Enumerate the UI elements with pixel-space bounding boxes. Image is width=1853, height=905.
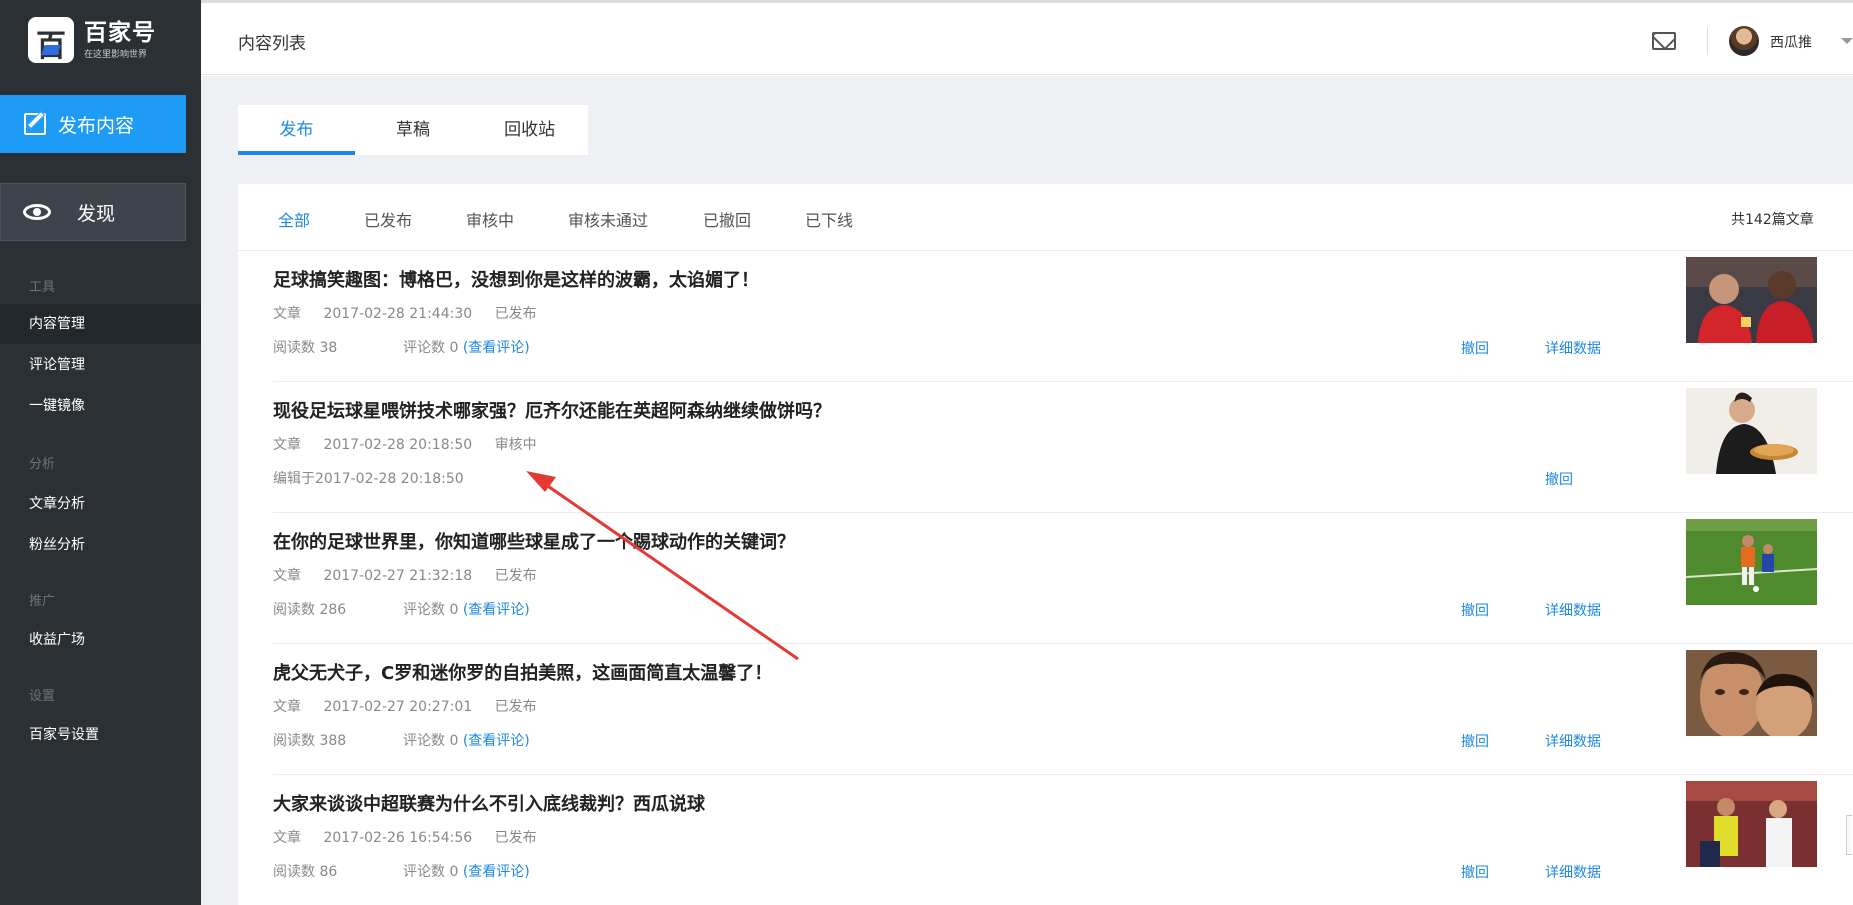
sidebar-item-revenue-square[interactable]: 收益广场: [0, 620, 201, 660]
nav-section-tools: 工具: [29, 280, 56, 295]
article-row: 虎父无犬子，C罗和迷你罗的自拍美照，这画面简直太温馨了！ 文章 2017-02-…: [273, 644, 1853, 775]
filter-offline[interactable]: 已下线: [805, 207, 853, 231]
article-title[interactable]: 大家来谈谈中超联赛为什么不引入底线裁判？西瓜说球: [273, 790, 705, 816]
read-count: 阅读数 38: [273, 340, 338, 356]
article-status: 审核中: [494, 437, 537, 453]
sidebar-item-one-click-mirror[interactable]: 一键镜像: [0, 386, 201, 426]
discover-button[interactable]: 发现: [0, 183, 186, 241]
top-header: 内容列表 西瓜推: [201, 3, 1853, 75]
filter-withdrawn[interactable]: 已撤回: [703, 207, 751, 231]
filter-all[interactable]: 全部: [278, 207, 310, 231]
view-comments-link[interactable]: (查看评论): [463, 340, 530, 356]
sidebar-item-comment-management[interactable]: 评论管理: [0, 345, 201, 385]
brand-slogan: 在这里影响世界: [84, 50, 148, 60]
article-total-count: 共142篇文章: [1731, 212, 1814, 228]
scrollbar[interactable]: [1846, 815, 1852, 855]
article-type: 文章: [273, 437, 301, 453]
article-time: 2017-02-28 21:44:30: [323, 306, 473, 322]
article-thumbnail[interactable]: [1686, 388, 1817, 474]
article-thumbnail[interactable]: [1686, 650, 1817, 736]
article-type: 文章: [273, 568, 301, 584]
username[interactable]: 西瓜推: [1770, 32, 1812, 52]
publish-content-button[interactable]: 发布内容: [0, 95, 186, 153]
view-comments-link[interactable]: (查看评论): [463, 602, 530, 618]
sidebar-item-article-analysis[interactable]: 文章分析: [0, 484, 201, 524]
article-thumbnail[interactable]: [1686, 257, 1817, 343]
article-row: 足球搞笑趣图：博格巴，没想到你是这样的波霸，太谄媚了！ 文章 2017-02-2…: [273, 251, 1853, 382]
status-filter-bar: 全部 已发布 审核中 审核未通过 已撤回 已下线 共142篇文章: [238, 184, 1853, 251]
chevron-down-icon[interactable]: [1841, 38, 1853, 44]
details-button[interactable]: 详细数据: [1545, 862, 1601, 882]
brand-logo[interactable]: 百 百家号 在这里影响世界: [28, 17, 156, 64]
sidebar-item-content-management[interactable]: 内容管理: [0, 304, 201, 344]
article-time: 2017-02-26 16:54:56: [323, 830, 473, 846]
filter-under-review[interactable]: 审核中: [466, 207, 514, 231]
baijiahao-logo-icon: 百: [28, 17, 74, 64]
withdraw-button[interactable]: 撤回: [1545, 469, 1573, 489]
article-thumbnail[interactable]: [1686, 519, 1817, 605]
article-status: 已发布: [494, 830, 537, 846]
nav-section-promotion: 推广: [29, 594, 56, 609]
article-type: 文章: [273, 306, 301, 322]
view-comments-link[interactable]: (查看评论): [463, 864, 530, 880]
details-button[interactable]: 详细数据: [1545, 600, 1601, 620]
article-thumbnail[interactable]: [1686, 781, 1817, 867]
read-count: 阅读数 286: [273, 602, 347, 618]
tab-drafts[interactable]: 草稿: [355, 105, 472, 155]
article-title[interactable]: 在你的足球世界里，你知道哪些球星成了一个踢球动作的关键词？: [273, 528, 795, 554]
edit-icon: [24, 113, 46, 135]
filter-published[interactable]: 已发布: [364, 207, 412, 231]
tab-recycle-bin[interactable]: 回收站: [471, 105, 588, 155]
sidebar: 百 百家号 在这里影响世界 发布内容 发现 工具 内容管理 评论管理 一键镜像 …: [0, 0, 201, 905]
article-list-panel: 全部 已发布 审核中 审核未通过 已撤回 已下线 共142篇文章 足球搞笑趣图：…: [238, 184, 1853, 905]
article-type: 文章: [273, 830, 301, 846]
article-status: 已发布: [494, 568, 537, 584]
withdraw-button[interactable]: 撤回: [1461, 600, 1489, 620]
article-time: 2017-02-27 20:27:01: [323, 699, 473, 715]
withdraw-button[interactable]: 撤回: [1461, 731, 1489, 751]
article-row: 现役足坛球星喂饼技术哪家强？厄齐尔还能在英超阿森纳继续做饼吗？ 文章 2017-…: [273, 382, 1853, 513]
read-count: 阅读数 388: [273, 733, 347, 749]
brand-name: 百家号: [84, 20, 156, 46]
sidebar-item-fans-analysis[interactable]: 粉丝分析: [0, 525, 201, 565]
content-tabs: 发布 草稿 回收站: [238, 105, 588, 155]
article-status: 已发布: [494, 306, 537, 322]
comment-count: 评论数 0 (查看评论): [403, 602, 530, 618]
details-button[interactable]: 详细数据: [1545, 731, 1601, 751]
nav-section-analysis: 分析: [29, 457, 56, 472]
nav-section-settings: 设置: [29, 689, 56, 704]
article-title[interactable]: 足球搞笑趣图：博格巴，没想到你是这样的波霸，太谄媚了！: [273, 266, 759, 292]
filter-review-failed[interactable]: 审核未通过: [568, 207, 648, 231]
article-time: 2017-02-27 21:32:18: [323, 568, 473, 584]
comment-count: 评论数 0 (查看评论): [403, 864, 530, 880]
edited-time: 编辑于2017-02-28 20:18:50: [273, 471, 464, 487]
article-row: 在你的足球世界里，你知道哪些球星成了一个踢球动作的关键词？ 文章 2017-02…: [273, 513, 1853, 644]
read-count: 阅读数 86: [273, 864, 338, 880]
article-title[interactable]: 虎父无犬子，C罗和迷你罗的自拍美照，这画面简直太温馨了！: [273, 659, 772, 685]
withdraw-button[interactable]: 撤回: [1461, 338, 1489, 358]
eye-icon: [23, 204, 51, 220]
comment-count: 评论数 0 (查看评论): [403, 340, 530, 356]
page-title: 内容列表: [238, 34, 306, 54]
article-title[interactable]: 现役足坛球星喂饼技术哪家强？厄齐尔还能在英超阿森纳继续做饼吗？: [273, 397, 831, 423]
details-button[interactable]: 详细数据: [1545, 338, 1601, 358]
article-time: 2017-02-28 20:18:50: [323, 437, 473, 453]
avatar[interactable]: [1729, 26, 1759, 56]
article-status: 已发布: [494, 699, 537, 715]
withdraw-button[interactable]: 撤回: [1461, 862, 1489, 882]
view-comments-link[interactable]: (查看评论): [463, 733, 530, 749]
comment-count: 评论数 0 (查看评论): [403, 733, 530, 749]
tab-published[interactable]: 发布: [238, 105, 355, 155]
mail-icon[interactable]: [1652, 32, 1676, 50]
article-type: 文章: [273, 699, 301, 715]
sidebar-item-baijiahao-settings[interactable]: 百家号设置: [0, 715, 201, 755]
article-row: 大家来谈谈中超联赛为什么不引入底线裁判？西瓜说球 文章 2017-02-26 1…: [273, 775, 1853, 905]
